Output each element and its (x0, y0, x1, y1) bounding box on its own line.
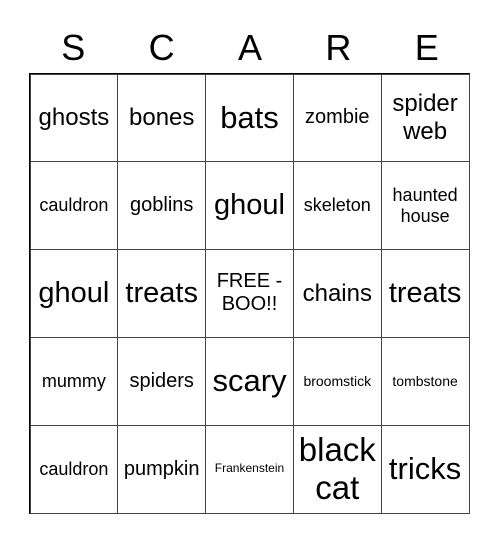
bingo-cell[interactable]: tombstone (380, 336, 470, 426)
bingo-cell[interactable]: cauldron (29, 161, 119, 251)
header-letter: R (325, 27, 352, 68)
bingo-grid: ghosts bones bats zombie spider web caul… (29, 73, 470, 514)
bingo-cell[interactable]: ghoul (29, 249, 119, 338)
bingo-cell[interactable]: scary (205, 336, 294, 426)
header-letter: E (414, 27, 439, 68)
bingo-cell[interactable]: Frankenstein (205, 424, 294, 514)
bingo-cell[interactable]: goblins (117, 161, 207, 251)
bingo-cell[interactable]: zombie (292, 73, 382, 163)
bingo-cell[interactable]: treats (380, 249, 470, 338)
bingo-cell[interactable]: pumpkin (117, 424, 207, 514)
bingo-cell[interactable]: chains (292, 249, 382, 338)
bingo-cell[interactable]: tricks (380, 424, 470, 514)
header-letter: C (148, 27, 175, 68)
bingo-cell[interactable]: black cat (292, 424, 382, 514)
bingo-cell[interactable]: ghosts (29, 73, 119, 163)
header-letter: A (237, 27, 262, 68)
bingo-cell[interactable]: broomstick (292, 336, 382, 426)
bingo-cell[interactable]: bones (117, 73, 207, 163)
bingo-cell[interactable]: haunted house (380, 161, 470, 251)
bingo-cell[interactable]: mummy (29, 336, 119, 426)
bingo-cell[interactable]: spider web (380, 73, 470, 163)
free-space[interactable]: FREE - BOO!! (205, 249, 294, 338)
bingo-cell[interactable]: cauldron (29, 424, 119, 514)
header-letter: S (61, 27, 86, 68)
bingo-cell[interactable]: spiders (117, 336, 207, 426)
bingo-cell[interactable]: ghoul (205, 161, 294, 251)
bingo-cell[interactable]: treats (117, 249, 207, 338)
bingo-header: S C A R E (29, 22, 471, 74)
bingo-cell[interactable]: bats (205, 73, 294, 163)
bingo-cell[interactable]: skeleton (292, 161, 382, 251)
